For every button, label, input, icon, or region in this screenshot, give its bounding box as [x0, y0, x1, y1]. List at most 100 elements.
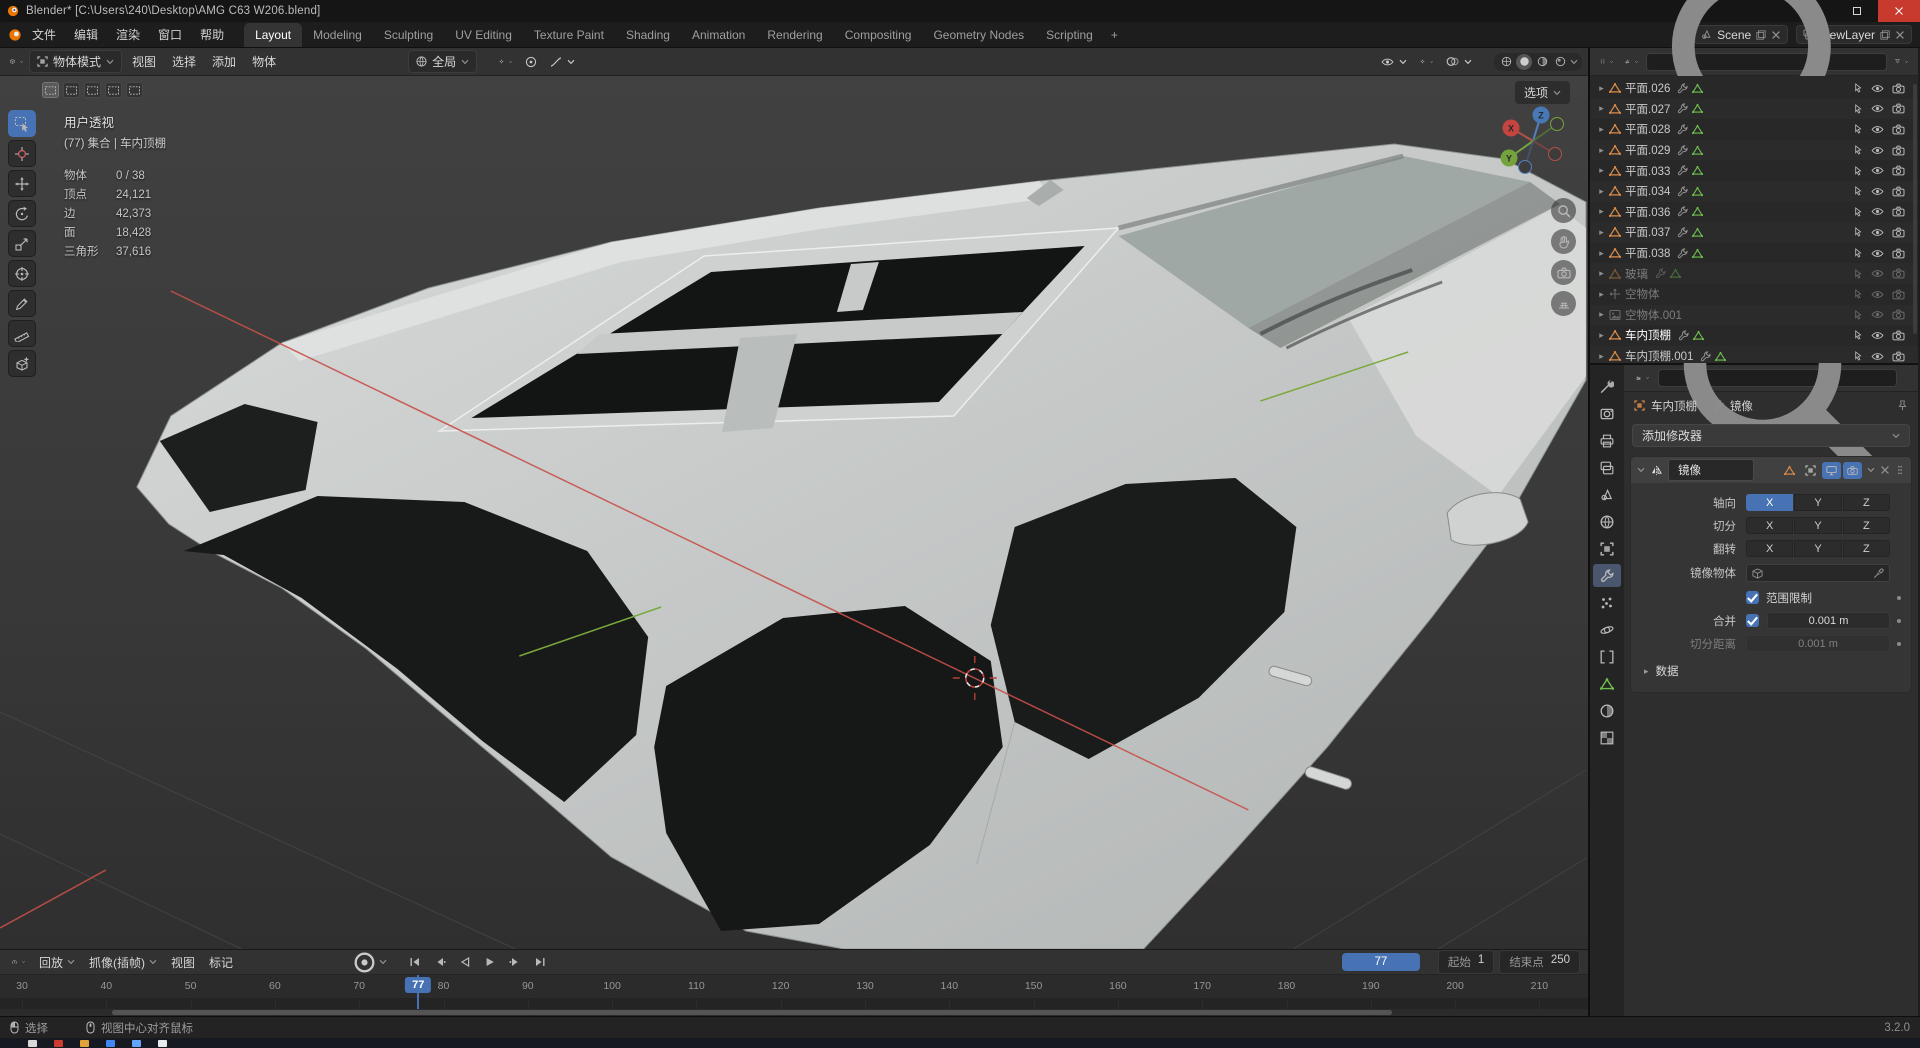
object-name[interactable]: 平面.038: [1625, 245, 1670, 261]
blender-app-menu-icon[interactable]: [8, 28, 22, 42]
gizmo-neg-x-ball[interactable]: [1548, 147, 1562, 161]
taskbar-app-icon[interactable]: [54, 1039, 63, 1047]
add-modifier-button[interactable]: 添加修改器: [1632, 424, 1910, 447]
play-button[interactable]: [478, 953, 501, 971]
topbar-menu[interactable]: 编辑: [65, 22, 107, 47]
shading-material-button[interactable]: [1534, 54, 1550, 70]
expand-toggle-icon[interactable]: ▸: [1594, 145, 1609, 156]
expand-toggle-icon[interactable]: ▸: [1594, 268, 1609, 279]
hide-viewport-toggle[interactable]: [1871, 186, 1884, 197]
disable-render-toggle[interactable]: [1892, 289, 1905, 300]
bisect-y-button[interactable]: Y: [1794, 517, 1842, 534]
hide-viewport-toggle[interactable]: [1871, 248, 1884, 259]
breadcrumb-modifier[interactable]: 镜像: [1730, 398, 1753, 414]
timeline-editor-type-button[interactable]: [8, 956, 29, 968]
expand-toggle-icon[interactable]: ▸: [1594, 165, 1609, 176]
tool-cursor-button[interactable]: [8, 140, 36, 167]
outliner-row[interactable]: ▸ 平面.034: [1590, 180, 1918, 202]
hide-viewport-toggle[interactable]: [1871, 227, 1884, 238]
object-name[interactable]: 平面.036: [1625, 204, 1670, 220]
viewport-3d-scene[interactable]: [0, 76, 1588, 949]
select-mode-set-button[interactable]: [42, 82, 59, 98]
data-subpanel-toggle[interactable]: ▸ 数据: [1640, 660, 1902, 682]
object-name[interactable]: 车内顶棚: [1625, 327, 1671, 343]
object-name[interactable]: 平面.033: [1625, 163, 1670, 179]
viewport-menu[interactable]: 选择: [164, 50, 204, 73]
shading-rendered-button[interactable]: [1552, 54, 1568, 70]
properties-tab-tool[interactable]: [1593, 375, 1621, 398]
pin-icon[interactable]: [1897, 400, 1908, 411]
jump-to-end-button[interactable]: [528, 953, 551, 971]
gizmo-neg-z-ball[interactable]: [1518, 160, 1532, 174]
topbar-menu[interactable]: 帮助: [191, 22, 233, 47]
preview-range-clock-toggle[interactable]: [1425, 959, 1433, 965]
mode-dropdown[interactable]: 物体模式: [29, 50, 123, 73]
expand-toggle-icon[interactable]: ▸: [1594, 83, 1609, 94]
modifier-render-toggle[interactable]: [1843, 461, 1862, 479]
current-frame-field[interactable]: 77: [1341, 953, 1420, 971]
pan-button[interactable]: [1551, 229, 1576, 254]
breadcrumb-object[interactable]: 车内顶棚: [1651, 398, 1697, 414]
disable-render-toggle[interactable]: [1892, 186, 1905, 197]
select-mode-subtract-button[interactable]: [84, 82, 101, 98]
auto-keying-toggle[interactable]: [353, 952, 376, 972]
disable-render-toggle[interactable]: [1892, 268, 1905, 279]
play-reverse-button[interactable]: [453, 953, 476, 971]
select-mode-invert-button[interactable]: [105, 82, 122, 98]
expand-toggle-icon[interactable]: ▸: [1594, 330, 1609, 341]
hide-viewport-toggle[interactable]: [1871, 83, 1884, 94]
object-name[interactable]: 玻璃: [1625, 266, 1648, 282]
jump-to-next-keyframe-button[interactable]: [503, 953, 526, 971]
modifier-extras-dropdown[interactable]: [1867, 467, 1875, 473]
timeline-menu[interactable]: 标记: [202, 951, 240, 974]
viewport-menu[interactable]: 视图: [124, 50, 164, 73]
properties-tab-particles[interactable]: [1593, 591, 1621, 614]
gizmo-neg-y-ball[interactable]: [1550, 117, 1564, 131]
selectable-toggle[interactable]: [1853, 289, 1863, 299]
add-workspace-button[interactable]: +: [1104, 23, 1125, 47]
navigation-gizmo[interactable]: X Z Y: [1494, 102, 1572, 180]
axis-x-button[interactable]: X: [1746, 494, 1794, 511]
workspace-tab-rendering[interactable]: Rendering: [756, 23, 833, 47]
expand-toggle-icon[interactable]: ▸: [1594, 309, 1609, 320]
zoom-button[interactable]: [1551, 198, 1576, 223]
toggle-perspective-button[interactable]: [1551, 291, 1576, 316]
modifier-on-cage-toggle[interactable]: [1780, 462, 1799, 479]
bisect-x-button[interactable]: X: [1746, 517, 1794, 534]
hide-viewport-toggle[interactable]: [1871, 145, 1884, 156]
taskbar-app-icon[interactable]: [28, 1039, 37, 1047]
disable-render-toggle[interactable]: [1892, 206, 1905, 217]
proportional-falloff-dropdown[interactable]: [546, 53, 579, 71]
outliner-display-mode-dropdown[interactable]: [1621, 56, 1642, 68]
object-name[interactable]: 平面.028: [1625, 121, 1670, 137]
outliner-row[interactable]: ▸ 平面.036: [1590, 202, 1918, 223]
clipping-checkbox[interactable]: [1746, 591, 1759, 604]
workspace-tab-compositing[interactable]: Compositing: [834, 23, 923, 47]
expand-toggle-icon[interactable]: ▸: [1594, 227, 1609, 238]
properties-tab-render[interactable]: [1593, 402, 1621, 425]
selectable-toggle[interactable]: [1853, 330, 1863, 341]
timeline-ruler[interactable]: 30 40 50 60 70 80 90 100 110 120 130 140 150 160 170 18…: [0, 975, 1588, 999]
properties-tab-object[interactable]: [1593, 537, 1621, 560]
outliner-editor-type-button[interactable]: [1596, 56, 1617, 68]
timeline-scrollbar[interactable]: [0, 1009, 1588, 1016]
workspace-tab-scripting[interactable]: Scripting: [1035, 23, 1104, 47]
expand-toggle-icon[interactable]: ▸: [1594, 248, 1609, 259]
disable-render-toggle[interactable]: [1892, 165, 1905, 176]
disable-render-toggle[interactable]: [1892, 248, 1905, 259]
remove-viewlayer-button[interactable]: [1895, 30, 1905, 40]
properties-tab-constraints[interactable]: [1593, 645, 1621, 668]
decorator-dot[interactable]: [1897, 595, 1901, 600]
workspace-tab-modeling[interactable]: Modeling: [302, 23, 373, 47]
merge-threshold-field[interactable]: 0.001 m: [1767, 612, 1890, 629]
selectable-toggle[interactable]: [1853, 351, 1863, 361]
expand-toggle-icon[interactable]: ▸: [1594, 186, 1609, 197]
object-name[interactable]: 平面.027: [1625, 101, 1670, 117]
properties-tab-output[interactable]: [1593, 429, 1621, 452]
disable-render-toggle[interactable]: [1892, 145, 1905, 156]
eyedropper-icon[interactable]: [1873, 568, 1884, 579]
object-name[interactable]: 平面.034: [1625, 183, 1670, 199]
editor-type-button[interactable]: [6, 56, 27, 68]
outliner-row[interactable]: ▸ 车内顶棚.001: [1590, 345, 1918, 363]
bisect-distance-field[interactable]: 0.001 m: [1746, 635, 1890, 652]
